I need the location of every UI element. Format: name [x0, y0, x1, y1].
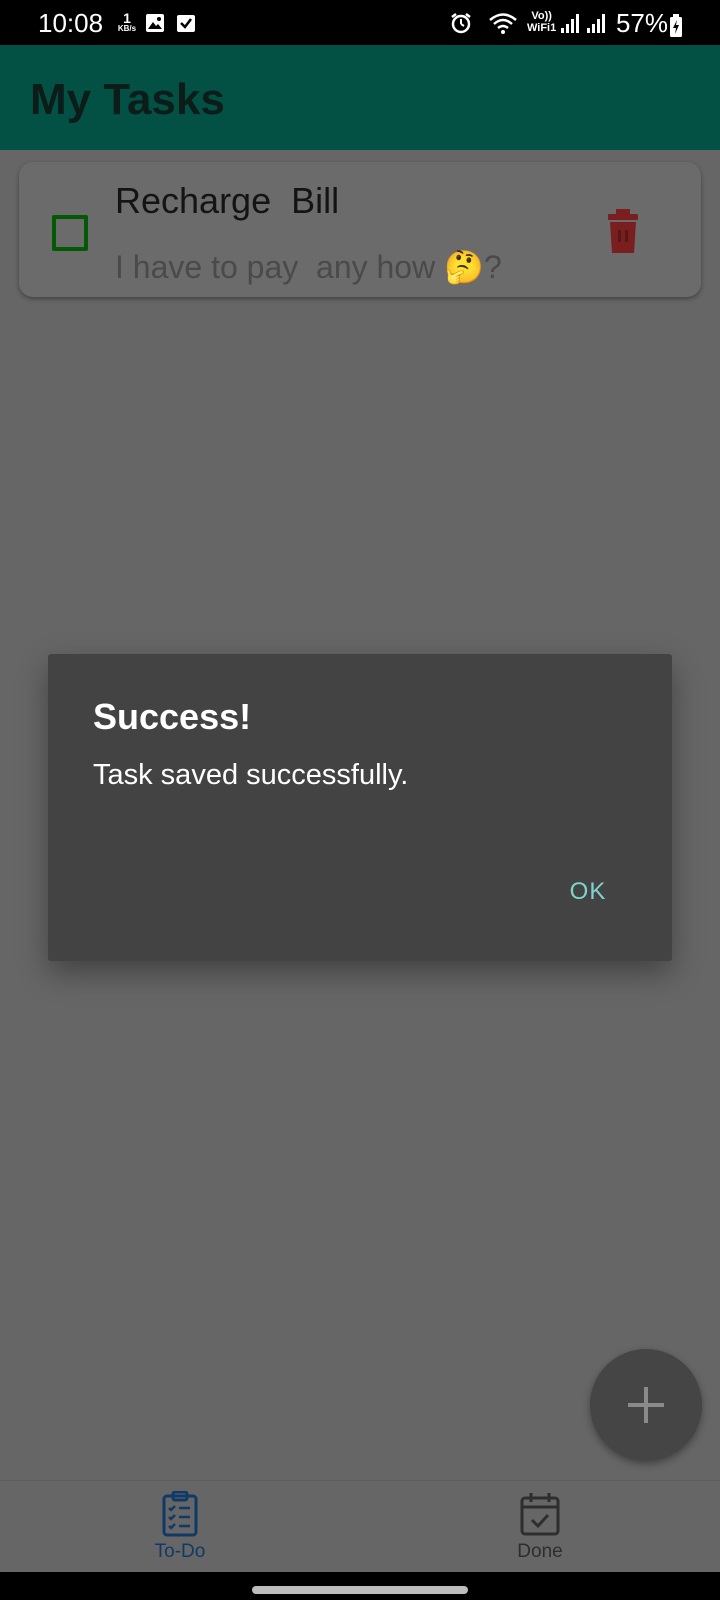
add-task-button[interactable]: [590, 1349, 702, 1461]
bottom-navigation: To-Do Done: [0, 1480, 720, 1573]
status-bar: 10:08 1 KB/s Vo)) WiFi1 57%: [0, 0, 720, 45]
alarm-icon: [450, 12, 472, 39]
plus-icon: [628, 1387, 664, 1423]
dialog-message: Task saved successfully.: [93, 759, 409, 791]
tab-done-label: Done: [517, 1541, 563, 1562]
gallery-notification-icon: [145, 13, 165, 38]
ok-button[interactable]: OK: [548, 868, 628, 916]
signal-icon: [586, 12, 606, 39]
system-navigation-bar: [0, 1572, 720, 1600]
vowifi-indicator: Vo)) WiFi1: [527, 10, 556, 34]
signal-icon: [560, 12, 580, 39]
home-gesture-handle[interactable]: [252, 1586, 468, 1594]
net-speed-value: 1: [123, 10, 131, 26]
wifi-icon: [488, 12, 518, 41]
status-time: 10:08: [38, 8, 104, 38]
page-title: My Tasks: [30, 75, 225, 124]
tab-todo[interactable]: To-Do: [0, 1481, 360, 1573]
net-speed-unit: KB/s: [117, 24, 137, 33]
app-bar: My Tasks: [0, 45, 720, 150]
task-description: I have to pay any how 🤔?: [115, 249, 502, 285]
delete-icon[interactable]: [603, 209, 643, 255]
task-notification-icon: [176, 13, 196, 38]
dialog-title: Success!: [93, 696, 252, 737]
success-dialog: Success! Task saved successfully. OK: [48, 654, 672, 961]
tab-todo-label: To-Do: [154, 1541, 206, 1562]
battery-percent: 57%: [615, 8, 668, 38]
calendar-check-icon: [520, 1493, 560, 1536]
net-speed: 1 KB/s: [115, 11, 139, 33]
vowifi-label: Vo)): [531, 10, 552, 22]
tab-done[interactable]: Done: [360, 1481, 720, 1573]
battery-charging-icon: [669, 14, 683, 43]
vowifi-sub-label: WiFi1: [527, 22, 557, 34]
task-title: Recharge Bill: [115, 180, 340, 221]
task-card[interactable]: Recharge Bill I have to pay any how 🤔?: [19, 162, 701, 297]
task-checkbox[interactable]: [52, 215, 88, 251]
clipboard-list-icon: [162, 1491, 198, 1537]
